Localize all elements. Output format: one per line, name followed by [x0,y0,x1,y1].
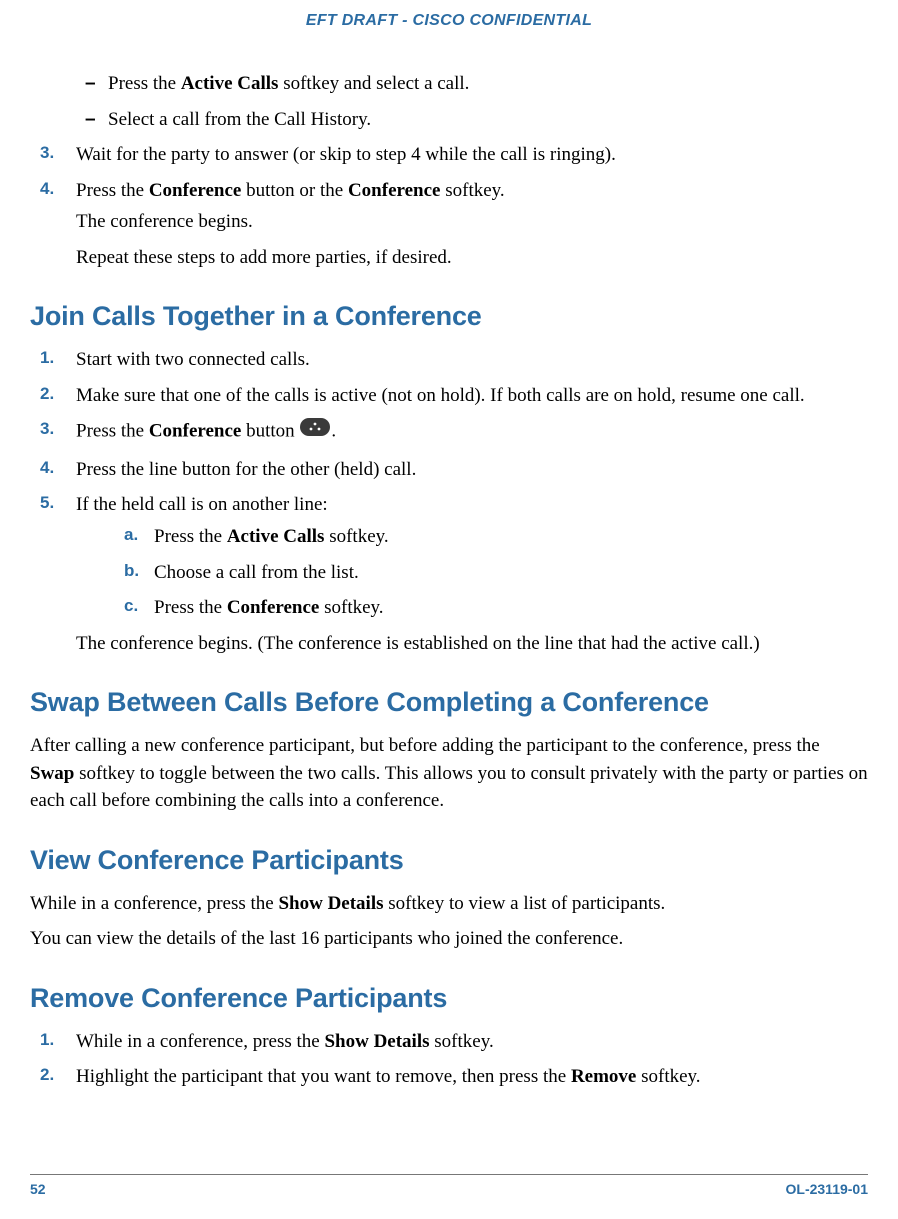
paragraph: You can view the details of the last 16 … [30,925,868,953]
step-letter: c. [124,594,148,619]
paragraph: Repeat these steps to add more parties, … [76,244,868,272]
step-number: 4. [40,456,70,481]
text: Press the [154,526,227,547]
text: softkey to toggle between the two calls.… [30,763,868,812]
page: EFT DRAFT - CISCO CONFIDENTIAL Press the… [0,0,898,1219]
bold-term: Conference [149,180,242,201]
bold-term: Active Calls [181,73,279,94]
text: softkey. [319,597,383,618]
page-header: EFT DRAFT - CISCO CONFIDENTIAL [30,0,868,70]
page-number: 52 [30,1181,46,1197]
page-footer: 52 OL-23119-01 [30,1174,868,1197]
list-item: c. Press the Conference softkey. [76,594,868,622]
text: Press the line button for the other (hel… [76,459,416,480]
step-number: 1. [40,346,70,371]
text: While in a conference, press the [30,893,278,914]
remove-list: 1. While in a conference, press the Show… [30,1028,868,1091]
step-number: 3. [40,417,70,442]
text: Press the [154,597,227,618]
list-item: 5. If the held call is on another line: … [30,491,868,657]
list-item: 3. Wait for the party to answer (or skip… [30,141,868,169]
list-item: 2. Make sure that one of the calls is ac… [30,382,868,410]
text: Select a call from the Call History. [108,109,371,130]
text: softkey. [636,1066,700,1087]
text: softkey and select a call. [278,73,469,94]
content: Press the Active Calls softkey and selec… [30,70,868,1091]
text: softkey to view a list of participants. [384,893,666,914]
step-number: 4. [40,177,70,202]
alpha-list: a. Press the Active Calls softkey. b. Ch… [76,523,868,622]
bold-term: Active Calls [227,526,325,547]
paragraph: After calling a new conference participa… [30,732,868,815]
list-item: 4. Press the Conference button or the Co… [30,177,868,272]
text: After calling a new conference participa… [30,735,820,756]
bold-term: Swap [30,763,74,784]
list-item: a. Press the Active Calls softkey. [76,523,868,551]
step-number: 5. [40,491,70,516]
step-number: 1. [40,1028,70,1053]
text: Start with two connected calls. [76,349,310,370]
bold-term: Conference [348,180,441,201]
text: button [241,421,299,442]
section-heading-join: Join Calls Together in a Conference [30,301,868,332]
text: Make sure that one of the calls is activ… [76,385,805,406]
section-heading-view: View Conference Participants [30,845,868,876]
list-item: 2. Highlight the participant that you wa… [30,1063,868,1091]
list-item: 1. Start with two connected calls. [30,346,868,374]
paragraph: While in a conference, press the Show De… [30,890,868,918]
paragraph: The conference begins. [76,208,868,236]
list-item: 4. Press the line button for the other (… [30,456,868,484]
intro-dash-list: Press the Active Calls softkey and selec… [30,70,868,133]
bold-term: Conference [149,421,242,442]
bold-term: Show Details [278,893,383,914]
text: If the held call is on another line: [76,494,328,515]
bold-term: Remove [571,1066,636,1087]
text: Wait for the party to answer (or skip to… [76,144,616,165]
list-item: 3. Press the Conference button . [30,417,868,448]
text: softkey. [324,526,388,547]
section-heading-swap: Swap Between Calls Before Completing a C… [30,687,868,718]
list-item: Select a call from the Call History. [30,106,868,134]
step-number: 2. [40,1063,70,1088]
join-list: 1. Start with two connected calls. 2. Ma… [30,346,868,657]
text: Press the [76,421,149,442]
bold-term: Show Details [324,1031,429,1052]
bold-term: Conference [227,597,320,618]
text: Press the [108,73,181,94]
intro-num-list: 3. Wait for the party to answer (or skip… [30,141,868,271]
step-letter: a. [124,523,148,548]
text: While in a conference, press the [76,1031,324,1052]
text: Highlight the participant that you want … [76,1066,571,1087]
text: Choose a call from the list. [154,562,359,583]
text: softkey. [440,180,504,201]
text: Press the [76,180,149,201]
step-number: 3. [40,141,70,166]
list-item: Press the Active Calls softkey and selec… [30,70,868,98]
step-letter: b. [124,559,148,584]
text: . [331,421,336,442]
text: button or the [241,180,348,201]
list-item: 1. While in a conference, press the Show… [30,1028,868,1056]
text: softkey. [430,1031,494,1052]
list-item: b. Choose a call from the list. [76,559,868,587]
section-heading-remove: Remove Conference Participants [30,983,868,1014]
step-number: 2. [40,382,70,407]
conference-button-icon [300,417,330,445]
paragraph: The conference begins. (The conference i… [76,630,868,658]
doc-number: OL-23119-01 [786,1181,869,1197]
